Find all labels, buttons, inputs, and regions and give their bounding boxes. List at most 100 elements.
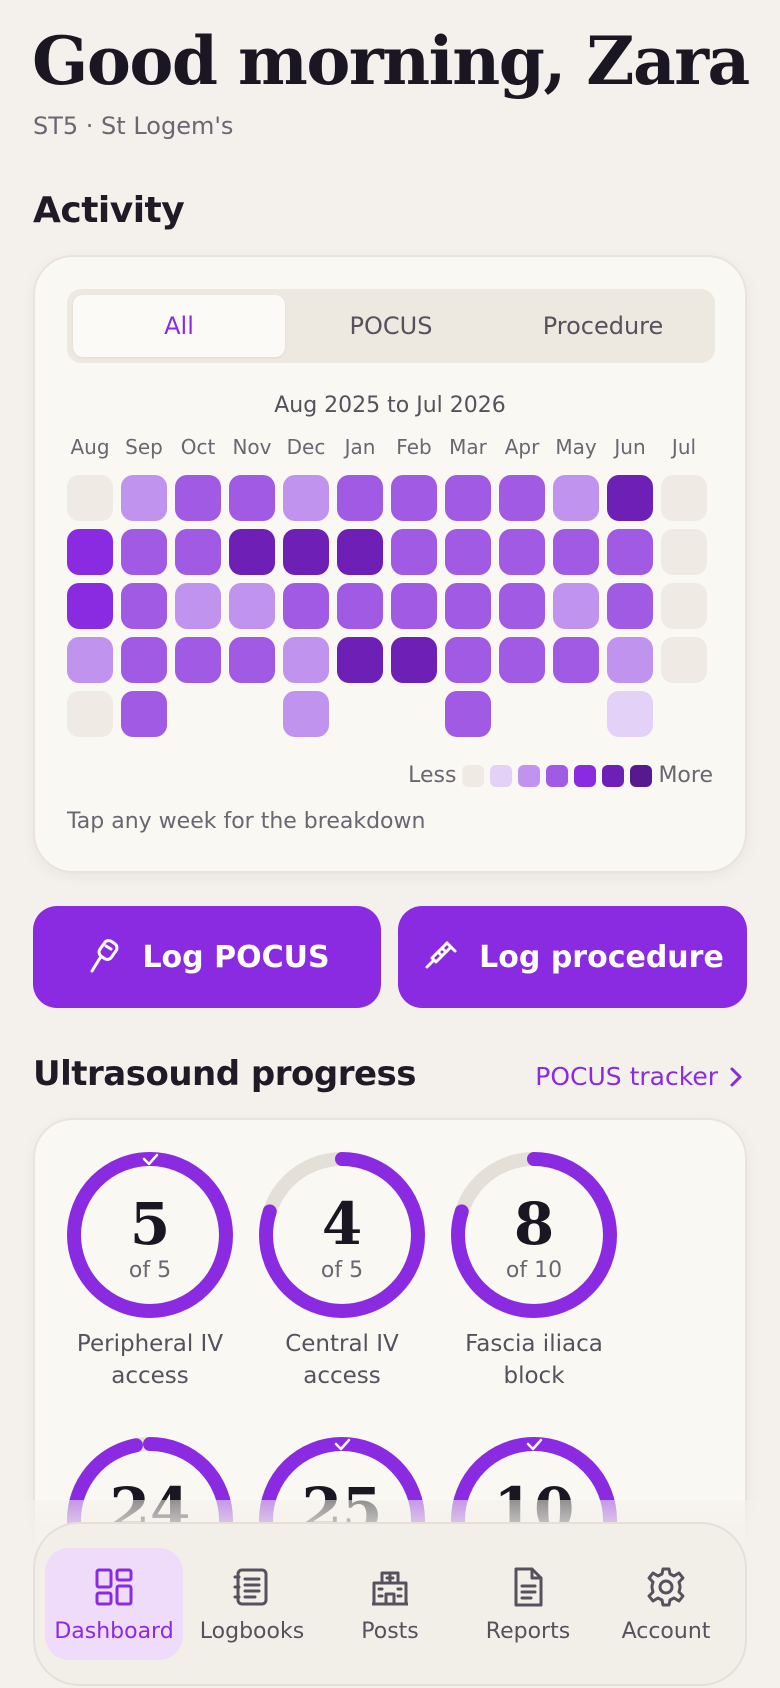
tab-pocus[interactable]: POCUS	[285, 295, 497, 357]
nav-reports[interactable]: Reports	[459, 1548, 597, 1660]
heatmap-week-cell[interactable]	[121, 475, 167, 521]
heatmap-week-cell[interactable]	[607, 529, 653, 575]
heatmap-week-cell[interactable]	[67, 691, 113, 737]
heatmap-week-cell[interactable]	[121, 529, 167, 575]
progress-skill-label: Peripheral IV access	[45, 1328, 255, 1392]
heatmap-week-cell[interactable]	[607, 637, 653, 683]
heatmap-week-cell[interactable]	[67, 583, 113, 629]
greeting-title: Good morning, Zara	[32, 22, 750, 100]
progress-ring-item[interactable]: 8 of 10 Fascia iliaca block	[449, 1150, 619, 1389]
progress-count: 5	[129, 1190, 171, 1258]
nav-posts[interactable]: Posts	[321, 1548, 459, 1660]
bottom-navigation: Dashboard Logbooks Posts Reports Account	[33, 1522, 747, 1686]
heatmap-week-cell[interactable]	[499, 583, 545, 629]
progress-skill-label-line: block	[503, 1363, 565, 1389]
heatmap-week-cell[interactable]	[175, 529, 221, 575]
progress-ring-item[interactable]: 5 of 5 Peripheral IV access	[65, 1150, 235, 1389]
pocus-tracker-link[interactable]: POCUS tracker	[535, 1062, 744, 1091]
month-label: Feb	[396, 435, 432, 459]
heatmap-week-cell[interactable]	[229, 529, 275, 575]
heatmap-week-cell[interactable]	[391, 583, 437, 629]
tab-procedure[interactable]: Procedure	[497, 295, 709, 357]
report-document-icon	[514, 1567, 543, 1606]
heatmap-week-cell[interactable]	[553, 583, 599, 629]
heatmap-week-cell[interactable]	[445, 637, 491, 683]
dashboard-grid-icon	[95, 1568, 133, 1605]
heatmap-week-cell[interactable]	[67, 475, 113, 521]
heatmap-week-cell[interactable]	[175, 475, 221, 521]
heatmap-week-cell[interactable]	[121, 583, 167, 629]
month-labels: Aug Sep Oct Nov Dec Jan Feb Mar Apr May Jun Jul	[67, 435, 715, 465]
ultrasound-progress-title: Ultrasound progress	[33, 1054, 417, 1094]
heatmap-week-cell[interactable]	[175, 637, 221, 683]
heatmap-week-cell[interactable]	[553, 475, 599, 521]
heatmap-week-cell[interactable]	[283, 691, 329, 737]
heatmap-week-cell[interactable]	[499, 637, 545, 683]
heatmap-week-cell[interactable]	[661, 475, 707, 521]
heatmap-week-cell[interactable]	[607, 583, 653, 629]
heatmap-week-cell[interactable]	[67, 529, 113, 575]
progress-target: of 5	[128, 1258, 172, 1283]
heatmap-week-cell[interactable]	[121, 691, 167, 737]
nav-account[interactable]: Account	[597, 1548, 735, 1660]
nav-reports-label: Reports	[485, 1618, 571, 1644]
heatmap-week-cell[interactable]	[337, 637, 383, 683]
nav-posts-label: Posts	[361, 1618, 419, 1644]
heatmap-week-cell[interactable]	[283, 529, 329, 575]
progress-skill-label: Fascia iliaca block	[429, 1328, 639, 1392]
progress-skill-label-line: Peripheral IV	[76, 1331, 224, 1357]
heatmap-week-cell[interactable]	[445, 475, 491, 521]
heatmap-week-cell[interactable]	[661, 583, 707, 629]
heatmap-week-cell[interactable]	[391, 475, 437, 521]
heatmap-week-cell[interactable]	[337, 583, 383, 629]
activity-title: Activity	[33, 190, 185, 231]
heatmap-week-cell[interactable]	[283, 475, 329, 521]
heatmap-week-cell[interactable]	[283, 583, 329, 629]
heatmap-week-cell[interactable]	[229, 583, 275, 629]
heatmap-week-cell[interactable]	[445, 529, 491, 575]
progress-ring-item[interactable]: 4 of 5 Central IV access	[257, 1150, 427, 1389]
legend-swatch	[462, 764, 485, 787]
log-pocus-button[interactable]: Log POCUS	[33, 906, 381, 1008]
progress-count: 8	[513, 1190, 555, 1258]
heatmap-week-cell[interactable]	[499, 475, 545, 521]
month-label: Mar	[449, 435, 487, 459]
heatmap-week-cell[interactable]	[661, 529, 707, 575]
heatmap-week-cell[interactable]	[67, 637, 113, 683]
nav-logbooks-label: Logbooks	[199, 1618, 305, 1644]
heatmap-week-cell[interactable]	[337, 529, 383, 575]
logbook-icon	[233, 1568, 268, 1605]
heatmap-week-cell[interactable]	[499, 529, 545, 575]
month-label: Oct	[180, 435, 216, 459]
month-label: Sep	[125, 435, 163, 459]
month-label: Nov	[232, 435, 272, 459]
nav-dashboard[interactable]: Dashboard	[45, 1548, 183, 1660]
heatmap-week-cell[interactable]	[283, 637, 329, 683]
nav-logbooks[interactable]: Logbooks	[183, 1548, 321, 1660]
heatmap-week-cell[interactable]	[445, 583, 491, 629]
legend-swatch	[602, 764, 625, 787]
month-label: Jun	[614, 435, 646, 459]
heatmap-week-cell[interactable]	[337, 475, 383, 521]
heatmap-week-cell[interactable]	[661, 637, 707, 683]
log-pocus-label: Log POCUS	[142, 939, 330, 975]
tab-all[interactable]: All	[73, 295, 285, 357]
progress-skill-label-line: Central IV	[285, 1331, 399, 1357]
legend-swatch	[518, 764, 541, 787]
heatmap-week-cell[interactable]	[607, 475, 653, 521]
log-procedure-button[interactable]: Log procedure	[398, 906, 747, 1008]
heatmap-week-cell[interactable]	[445, 691, 491, 737]
gear-icon	[647, 1567, 685, 1606]
heatmap-week-cell[interactable]	[229, 637, 275, 683]
heatmap-week-cell[interactable]	[175, 583, 221, 629]
heatmap-week-cell[interactable]	[553, 529, 599, 575]
heatmap-week-cell[interactable]	[121, 637, 167, 683]
heatmap-week-cell[interactable]	[553, 637, 599, 683]
heatmap-week-cell[interactable]	[607, 691, 653, 737]
heatmap-week-cell[interactable]	[229, 475, 275, 521]
heatmap-week-cell[interactable]	[391, 637, 437, 683]
syringe-icon	[425, 941, 457, 969]
hospital-icon	[372, 1571, 408, 1605]
progress-skill-label-line: Fascia iliaca	[465, 1331, 603, 1357]
heatmap-week-cell[interactable]	[391, 529, 437, 575]
